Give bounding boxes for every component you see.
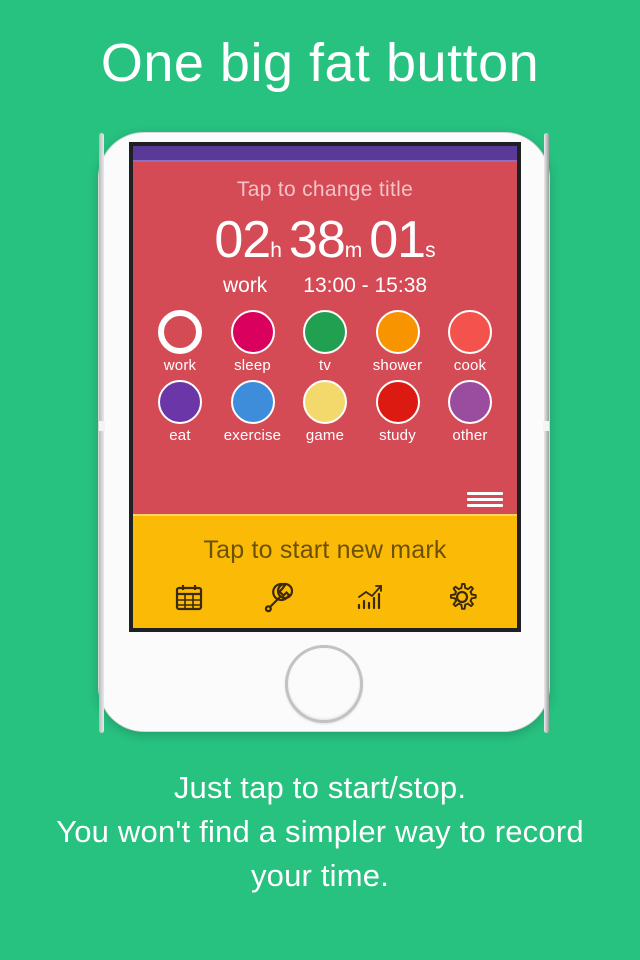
category-item-shower[interactable]: shower	[365, 310, 431, 374]
category-dot-exercise[interactable]	[230, 380, 275, 424]
category-label-study: study	[379, 427, 416, 444]
page-headline: One big fat button	[100, 33, 540, 93]
phone-edge-right	[544, 133, 549, 733]
category-label-work: work	[163, 357, 197, 374]
category-dot-other[interactable]	[448, 380, 492, 424]
timer-panel[interactable]: Tap to change title 02h 38m 01s work 13:00…	[133, 162, 517, 514]
category-dot-tv[interactable]	[303, 310, 347, 354]
category-label-eat: eat	[169, 427, 191, 444]
category-dot-work[interactable]	[158, 310, 202, 354]
category-item-exercise[interactable]: exercise	[220, 380, 286, 444]
category-row-1: work sleep tv shower cook	[147, 310, 503, 374]
category-label-exercise: exercise	[223, 427, 282, 444]
timer-seconds: 01	[369, 211, 426, 269]
timer-hours: 02	[214, 211, 271, 269]
status-bar	[133, 146, 517, 162]
category-item-sleep[interactable]: sleep	[220, 310, 286, 374]
phone-notch-right	[543, 421, 549, 431]
hamburger-icon[interactable]	[467, 492, 503, 508]
category-dot-game[interactable]	[303, 380, 347, 424]
category-item-study[interactable]: study	[365, 380, 431, 444]
category-dot-eat[interactable]	[158, 380, 202, 424]
gear-icon[interactable]	[439, 577, 485, 617]
caption-line: You won't find a simpler way to record	[56, 814, 584, 849]
current-category-label: work	[222, 274, 268, 297]
change-title-prompt[interactable]: Tap to change title	[133, 162, 517, 202]
category-item-other[interactable]: other	[437, 380, 503, 444]
timer-seconds-unit: s	[425, 239, 436, 262]
category-dot-sleep[interactable]	[230, 310, 275, 354]
timer-minutes-unit: m	[344, 239, 363, 262]
category-item-tv[interactable]: tv	[292, 310, 358, 374]
chart-icon[interactable]	[348, 577, 394, 617]
caption-line: your time.	[250, 858, 390, 893]
phone-screen: Tap to change title 02h 38m 01s work 13:00…	[129, 142, 521, 632]
promo-screen: One big fat button Tap to change title 0…	[0, 0, 640, 960]
category-label-shower: shower	[372, 357, 423, 374]
category-item-eat[interactable]: eat	[147, 380, 213, 444]
timer-display: 02h 38m 01s	[133, 210, 517, 270]
category-item-game[interactable]: game	[292, 380, 358, 444]
current-mark-info: work 13:00 - 15:38	[133, 274, 517, 298]
phone-edge-left	[99, 133, 104, 733]
category-item-work[interactable]: work	[147, 310, 213, 374]
caption-line: Just tap to start/stop.	[173, 770, 467, 805]
wrench-icon[interactable]	[257, 577, 303, 617]
phone-device: Tap to change title 02h 38m 01s work 13:00…	[98, 132, 550, 733]
category-dot-cook[interactable]	[448, 310, 492, 354]
category-grid: work sleep tv shower cook eat exercise game stu…	[133, 310, 517, 444]
timer-minutes: 38	[288, 211, 346, 269]
category-dot-study[interactable]	[375, 380, 420, 424]
timer-hours-unit: h	[270, 239, 282, 262]
calendar-icon[interactable]	[166, 577, 212, 617]
category-row-2: eat exercise game study other	[147, 380, 503, 444]
category-item-cook[interactable]: cook	[437, 310, 503, 374]
phone-notch-left	[99, 421, 105, 431]
home-button[interactable]	[285, 645, 363, 723]
bottom-toolbar	[133, 577, 517, 617]
start-new-mark-button[interactable]: Tap to start new mark	[133, 516, 517, 565]
start-panel[interactable]: Tap to start new mark	[133, 514, 517, 628]
category-label-sleep: sleep	[234, 357, 271, 374]
page-caption: Just tap to start/stop. You won't find a …	[0, 766, 640, 898]
category-label-game: game	[305, 427, 345, 444]
category-dot-shower[interactable]	[375, 310, 420, 354]
category-label-other: other	[452, 427, 488, 444]
time-range-label: 13:00 - 15:38	[303, 274, 428, 297]
category-label-cook: cook	[453, 357, 487, 374]
category-label-tv: tv	[318, 357, 332, 374]
